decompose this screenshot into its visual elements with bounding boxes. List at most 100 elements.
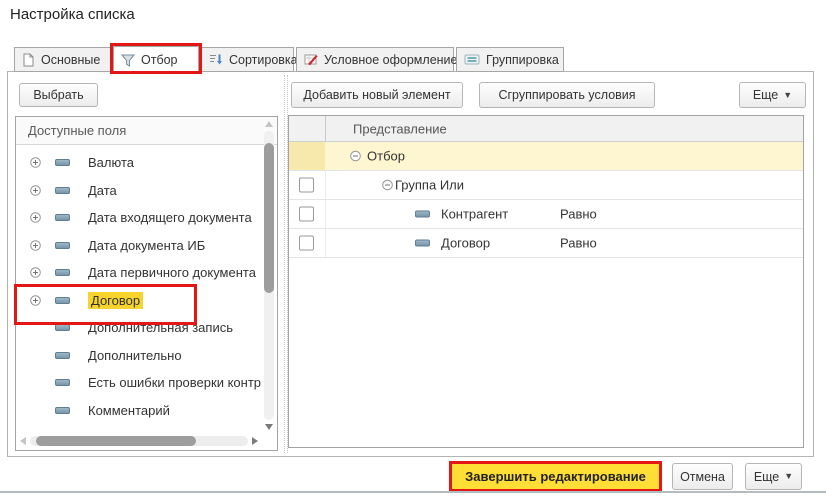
expand-icon[interactable] bbox=[30, 212, 41, 223]
chevron-down-icon: ▼ bbox=[783, 91, 792, 100]
tree-item[interactable]: Дата входящего документа bbox=[16, 204, 261, 232]
expand-icon[interactable] bbox=[30, 240, 41, 251]
field-icon bbox=[55, 379, 70, 386]
tree-item[interactable]: Дополнительная запись bbox=[16, 314, 261, 342]
field-icon bbox=[55, 242, 70, 249]
funnel-icon bbox=[121, 54, 135, 67]
expand-icon[interactable] bbox=[30, 185, 41, 196]
row-label: Отбор bbox=[367, 149, 405, 164]
tree-item[interactable]: Дата первичного документа bbox=[16, 259, 261, 287]
grouping-icon bbox=[464, 54, 480, 65]
row-checkbox[interactable] bbox=[299, 207, 314, 222]
row-label: Группа Или bbox=[395, 178, 464, 193]
tree-item-label: Есть ошибки проверки контр bbox=[88, 375, 261, 390]
row-label: Контрагент bbox=[441, 207, 508, 222]
more-button-top[interactable]: Еще ▼ bbox=[739, 82, 806, 108]
more-button-bottom[interactable]: Еще ▼ bbox=[745, 463, 802, 490]
tab-label: Основные bbox=[41, 53, 100, 67]
tree-horizontal-scrollbar[interactable] bbox=[18, 434, 260, 448]
select-button[interactable]: Выбрать bbox=[19, 83, 98, 107]
tab-sortirovka[interactable]: Сортировка bbox=[201, 47, 294, 72]
tab-label: Сортировка bbox=[229, 53, 298, 67]
tree-item[interactable]: Дата документа ИБ bbox=[16, 232, 261, 260]
scrollbar-thumb[interactable] bbox=[264, 143, 274, 293]
tab-osnovnye[interactable]: Основные bbox=[14, 47, 111, 72]
group-conditions-button-label: Сгруппировать условия bbox=[498, 88, 635, 102]
conditional-format-icon bbox=[304, 53, 318, 66]
row-label: Договор bbox=[441, 236, 490, 251]
window-bottom-edge bbox=[0, 491, 826, 493]
collapse-icon[interactable] bbox=[350, 151, 361, 162]
tab-label: Условное оформление bbox=[324, 53, 457, 67]
column-separator bbox=[325, 116, 326, 141]
scroll-right-icon[interactable] bbox=[252, 437, 258, 445]
table-row-otbor[interactable]: Отбор bbox=[289, 142, 803, 171]
table-row-kontragent[interactable]: Контрагент Равно bbox=[289, 200, 803, 229]
tree-items: Валюта Дата Дата входящего документа Дат… bbox=[16, 149, 261, 424]
finish-editing-button-label: Завершить редактирование bbox=[465, 469, 646, 484]
current-row-marker bbox=[289, 142, 325, 170]
tree-item-label: Дата bbox=[88, 183, 117, 198]
page-title: Настройка списка bbox=[10, 6, 135, 23]
chevron-down-icon: ▼ bbox=[784, 472, 793, 481]
tree-item-label: Дата документа ИБ bbox=[88, 238, 205, 253]
row-checkbox[interactable] bbox=[299, 236, 314, 251]
expand-icon[interactable] bbox=[30, 295, 41, 306]
tree-item[interactable]: Есть ошибки проверки контр bbox=[16, 369, 261, 397]
collapse-icon[interactable] bbox=[382, 180, 393, 191]
tree-item[interactable]: Комментарий bbox=[16, 397, 261, 425]
tree-item[interactable]: Валюта bbox=[16, 149, 261, 177]
scrollbar-thumb[interactable] bbox=[36, 436, 196, 446]
group-conditions-button[interactable]: Сгруппировать условия bbox=[479, 82, 655, 108]
tree-header: Доступные поля bbox=[16, 117, 277, 145]
tree-item-label: Дополнительная запись bbox=[88, 320, 233, 335]
expand-icon[interactable] bbox=[30, 267, 41, 278]
field-icon bbox=[55, 187, 70, 194]
expand-icon[interactable] bbox=[30, 157, 41, 168]
tab-otbor[interactable]: Отбор bbox=[113, 46, 199, 73]
add-element-button-label: Добавить новый элемент bbox=[303, 88, 450, 102]
row-checkbox[interactable] bbox=[299, 178, 314, 193]
field-icon bbox=[55, 159, 70, 166]
tree-header-label: Доступные поля bbox=[28, 123, 126, 138]
table-header-label: Представление bbox=[353, 121, 447, 136]
add-element-button[interactable]: Добавить новый элемент bbox=[291, 82, 463, 108]
more-button-label: Еще bbox=[754, 470, 779, 484]
field-icon bbox=[55, 407, 70, 414]
tree-item-label: Дата первичного документа bbox=[88, 265, 256, 280]
tree-item-label: Дополнительно bbox=[88, 348, 182, 363]
table-header: Представление bbox=[289, 116, 803, 142]
scroll-up-icon[interactable] bbox=[265, 121, 273, 127]
tree-item[interactable]: Дата bbox=[16, 177, 261, 205]
list-settings-dialog: Настройка списка Основные Отбор Сортиров… bbox=[0, 0, 826, 496]
tree-vertical-scrollbar[interactable] bbox=[262, 119, 276, 432]
finish-editing-button[interactable]: Завершить редактирование bbox=[449, 461, 662, 492]
row-condition: Равно bbox=[560, 236, 597, 251]
field-icon bbox=[415, 211, 430, 218]
available-fields-tree: Доступные поля Валюта Дата Дата входящег… bbox=[15, 116, 278, 451]
cancel-button[interactable]: Отмена bbox=[672, 463, 733, 490]
filter-table: Представление Отбор Группа Или Контраген… bbox=[288, 115, 804, 448]
table-row-gruppa-ili[interactable]: Группа Или bbox=[289, 171, 803, 200]
field-icon bbox=[55, 324, 70, 331]
field-icon bbox=[415, 240, 430, 247]
more-button-label: Еще bbox=[753, 88, 778, 102]
tab-label: Группировка bbox=[486, 53, 559, 67]
tab-uslovnoe-oformlenie[interactable]: Условное оформление bbox=[296, 47, 454, 72]
select-button-label: Выбрать bbox=[33, 88, 83, 102]
field-icon bbox=[55, 214, 70, 221]
settings-content-panel: Выбрать Доступные поля Валюта Дата bbox=[7, 71, 814, 457]
tab-gruppirovka[interactable]: Группировка bbox=[456, 47, 564, 72]
field-icon bbox=[55, 269, 70, 276]
scroll-down-icon[interactable] bbox=[265, 424, 273, 430]
tab-label: Отбор bbox=[141, 53, 178, 67]
tree-item-dogovor[interactable]: Договор bbox=[16, 287, 261, 315]
table-row-dogovor[interactable]: Договор Равно bbox=[289, 229, 803, 258]
row-condition: Равно bbox=[560, 207, 597, 222]
tree-item-label: Дата входящего документа bbox=[88, 210, 252, 225]
document-icon bbox=[22, 53, 35, 67]
scroll-left-icon[interactable] bbox=[20, 437, 26, 445]
tree-item[interactable]: Дополнительно bbox=[16, 342, 261, 370]
field-icon bbox=[55, 297, 70, 304]
tree-item-label: Комментарий bbox=[88, 403, 170, 418]
